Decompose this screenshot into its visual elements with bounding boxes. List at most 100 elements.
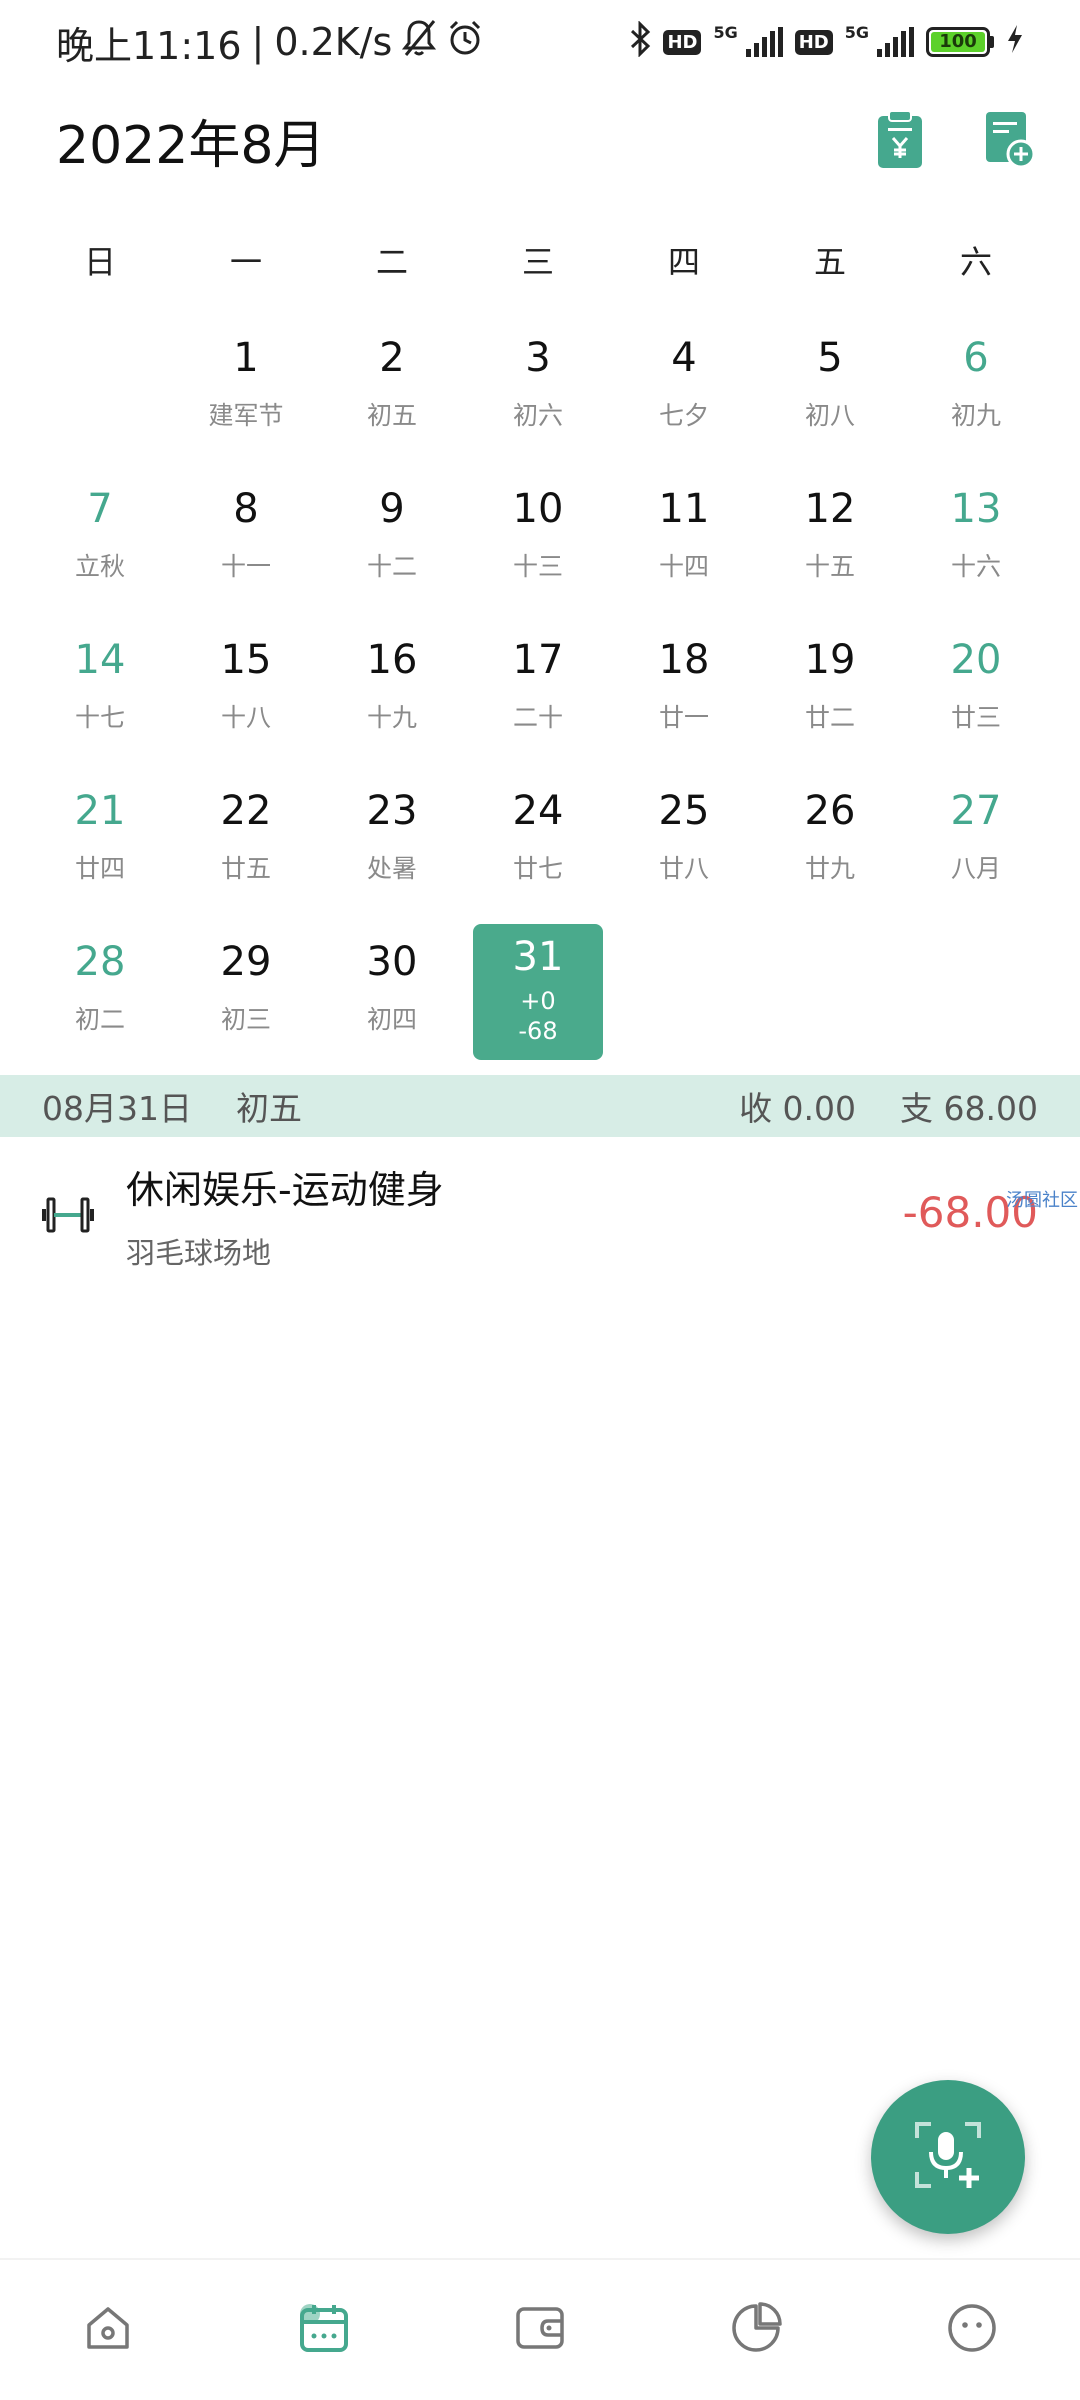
day-number: 17 bbox=[512, 637, 564, 683]
day-number: 15 bbox=[220, 637, 272, 683]
day-lunar: 廿八 bbox=[658, 854, 709, 883]
calendar-day[interactable]: 21 廿四 bbox=[27, 773, 173, 924]
weekday-label: 三 bbox=[521, 243, 554, 281]
calendar-day[interactable]: 10 十三 bbox=[465, 471, 611, 622]
hd-badge: HD bbox=[663, 29, 702, 55]
day-number: 11 bbox=[658, 486, 710, 532]
nav-wallet[interactable] bbox=[432, 2260, 648, 2400]
calendar-day[interactable]: 27 八月 bbox=[903, 773, 1049, 924]
record-note: 羽毛球场地 bbox=[126, 1235, 272, 1270]
calendar-day[interactable]: 17 二十 bbox=[465, 622, 611, 773]
calendar-day[interactable]: 7 立秋 bbox=[27, 471, 173, 622]
day-lunar: 十三 bbox=[512, 552, 563, 581]
calendar-day[interactable]: 18 廿一 bbox=[611, 622, 757, 773]
day-number: 1 bbox=[233, 335, 259, 381]
signal-icon-2 bbox=[877, 27, 914, 57]
day-number: 22 bbox=[220, 788, 272, 834]
day-lunar: 处暑 bbox=[366, 854, 417, 883]
calendar-day-selected[interactable]: 31 +0 -68 bbox=[473, 924, 603, 1060]
calendar-day[interactable]: 16 十九 bbox=[319, 622, 465, 773]
day-lunar: 廿二 bbox=[804, 703, 855, 732]
charging-icon bbox=[1006, 24, 1024, 61]
calendar-day[interactable]: 8 十一 bbox=[173, 471, 319, 622]
add-record-icon[interactable] bbox=[980, 108, 1040, 172]
day-number: 14 bbox=[74, 637, 126, 683]
day-number: 29 bbox=[220, 939, 272, 985]
day-number: 16 bbox=[366, 637, 418, 683]
summary-expense: 支 68.00 bbox=[900, 1089, 1038, 1128]
day-lunar: 初四 bbox=[366, 1005, 417, 1034]
day-lunar: 八月 bbox=[950, 854, 1001, 883]
day-lunar: 七夕 bbox=[658, 401, 709, 430]
bottom-nav bbox=[0, 2258, 1080, 2400]
weekday-label: 一 bbox=[229, 243, 262, 281]
day-number: 28 bbox=[74, 939, 126, 985]
month-title[interactable]: 2022年8月 bbox=[56, 103, 325, 178]
calendar-day[interactable]: 22 廿五 bbox=[173, 773, 319, 924]
calendar-day[interactable]: 2 初五 bbox=[319, 320, 465, 471]
calendar-day[interactable]: 30 初四 bbox=[319, 924, 465, 1075]
voice-add-button[interactable] bbox=[871, 2080, 1025, 2234]
day-lunar: 十二 bbox=[366, 552, 417, 581]
day-lunar: 十六 bbox=[950, 552, 1001, 581]
record-title: 休闲娱乐-运动健身 bbox=[126, 1167, 444, 1212]
record-text: 休闲娱乐-运动健身 羽毛球场地 bbox=[126, 1159, 444, 1272]
calendar-day[interactable]: 28 初二 bbox=[27, 924, 173, 1075]
voice-add-icon bbox=[911, 2118, 985, 2196]
weekday-label: 六 bbox=[959, 243, 992, 281]
day-lunar: 初六 bbox=[512, 401, 563, 430]
calendar-day[interactable]: 26 廿九 bbox=[757, 773, 903, 924]
calendar-day[interactable]: 12 十五 bbox=[757, 471, 903, 622]
calendar-day[interactable]: 14 十七 bbox=[27, 622, 173, 773]
day-number: 5 bbox=[817, 335, 843, 381]
record-item[interactable]: 休闲娱乐-运动健身 羽毛球场地 -68.00 汤圆社区 bbox=[0, 1150, 1080, 1280]
calendar-day[interactable]: 13 十六 bbox=[903, 471, 1049, 622]
smiley-face-icon bbox=[946, 2302, 998, 2358]
day-number: 18 bbox=[658, 637, 710, 683]
day-lunar: 十五 bbox=[804, 552, 855, 581]
dumbbell-icon bbox=[38, 1185, 98, 1245]
net-speed: 0.2K/s bbox=[274, 20, 393, 64]
calendar-day[interactable]: 4 七夕 bbox=[611, 320, 757, 471]
day-number: 3 bbox=[525, 335, 551, 381]
day-lunar: 初九 bbox=[950, 401, 1001, 430]
calendar-day[interactable]: 5 初八 bbox=[757, 320, 903, 471]
status-time: 晚上11:16 bbox=[56, 23, 242, 68]
calendar-day[interactable]: 6 初九 bbox=[903, 320, 1049, 471]
day-number: 20 bbox=[950, 637, 1002, 683]
calendar-day[interactable]: 23 处暑 bbox=[319, 773, 465, 924]
calendar-day[interactable]: 9 十二 bbox=[319, 471, 465, 622]
bluetooth-icon bbox=[629, 19, 651, 64]
day-number: 8 bbox=[233, 486, 259, 532]
calendar-day[interactable]: 15 十八 bbox=[173, 622, 319, 773]
calendar-day[interactable]: 29 初三 bbox=[173, 924, 319, 1075]
day-number: 9 bbox=[379, 486, 405, 532]
calendar-day[interactable]: 25 廿八 bbox=[611, 773, 757, 924]
day-lunar: 初八 bbox=[804, 401, 855, 430]
day-number: 6 bbox=[963, 335, 989, 381]
day-number: 7 bbox=[87, 486, 113, 532]
calendar-day[interactable]: 3 初六 bbox=[465, 320, 611, 471]
weekday-label: 五 bbox=[813, 243, 846, 281]
calendar-day[interactable]: 11 十四 bbox=[611, 471, 757, 622]
signal-icon bbox=[745, 27, 783, 57]
summary-income: 收 0.00 bbox=[739, 1089, 857, 1128]
nav-profile[interactable] bbox=[864, 2260, 1080, 2400]
nav-chart[interactable] bbox=[648, 2260, 864, 2400]
calendar-day[interactable]: 20 廿三 bbox=[903, 622, 1049, 773]
calendar-day[interactable]: 24 廿七 bbox=[465, 773, 611, 924]
day-summary-bar: 08月31日 初五 收 0.00 支 68.00 bbox=[0, 1075, 1080, 1137]
day-number: 24 bbox=[512, 788, 564, 834]
bill-clipboard-icon[interactable] bbox=[870, 108, 930, 172]
day-number: 10 bbox=[512, 486, 564, 532]
calendar-day[interactable]: 19 廿二 bbox=[757, 622, 903, 773]
header: 2022年8月 bbox=[56, 90, 1040, 190]
day-number: 13 bbox=[950, 486, 1002, 532]
status-bar: 晚上11:16 | 0.2K/s HD 5G HD 5G 100 bbox=[0, 0, 1080, 84]
day-lunar: 廿三 bbox=[950, 703, 1001, 732]
day-lunar: 十八 bbox=[220, 703, 271, 732]
nav-calendar[interactable] bbox=[216, 2260, 432, 2400]
calendar-blank-cell bbox=[27, 320, 173, 471]
nav-home[interactable] bbox=[0, 2260, 216, 2400]
calendar-day[interactable]: 1 建军节 bbox=[173, 320, 319, 471]
